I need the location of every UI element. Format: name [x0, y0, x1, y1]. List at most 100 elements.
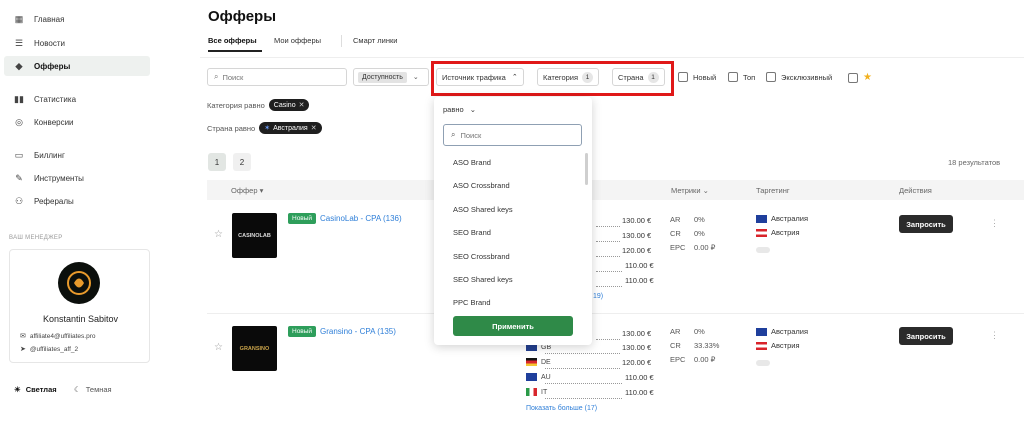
sidebar-item-home[interactable]: ▦ Главная	[4, 9, 150, 29]
sidebar-item-offers[interactable]: ◆ Офферы	[4, 56, 150, 76]
checkbox-top-label: Топ	[743, 72, 756, 82]
tab-my-offers[interactable]: Мои офферы	[274, 36, 321, 45]
sidebar-item-referrals[interactable]: ⚇ Рефералы	[4, 191, 150, 211]
sidebar-item-statistics[interactable]: ▮▮ Статистика	[4, 89, 150, 109]
payout-value: 130.00 €	[622, 343, 652, 352]
show-more-link[interactable]: 19)	[593, 293, 603, 300]
payout-value: 130.00 €	[622, 216, 652, 225]
dropdown-option[interactable]: PPC Brand	[453, 298, 491, 307]
traffic-source-filter[interactable]: Источник трафика ⌃	[436, 68, 524, 86]
favorite-star-icon[interactable]: ☆	[214, 342, 223, 353]
operator-select[interactable]: равно ⌄	[443, 105, 476, 114]
payout-value: 120.00 €	[622, 246, 652, 255]
offer-name-link[interactable]: CasinoLab - CPA (136)	[320, 214, 402, 223]
availability-select[interactable]: Доступность ⌄	[353, 68, 429, 86]
checkbox-favorite[interactable]: ★	[848, 72, 872, 83]
close-icon[interactable]: ✕	[311, 124, 317, 132]
show-more-link[interactable]: Показать больше (17)	[526, 405, 597, 412]
tab-smart-links[interactable]: Смарт линки	[353, 36, 397, 45]
offer-name-link[interactable]: Gransino - CPA (135)	[320, 327, 396, 336]
sidebar-item-news[interactable]: ☰ Новости	[4, 33, 150, 53]
au-flag-icon	[526, 373, 537, 381]
sidebar-item-billing[interactable]: ▭ Биллинг	[4, 145, 150, 165]
sidebar-item-label: Новости	[34, 38, 65, 48]
offer-search[interactable]: ⌕	[207, 68, 347, 86]
request-button[interactable]: Запросить	[899, 215, 953, 233]
page-1-button[interactable]: 1	[208, 153, 226, 171]
country-row-label: Страна равно	[207, 123, 256, 133]
header-offer[interactable]: Оффер ▾	[231, 186, 263, 195]
targeting-country-name: Австралия	[771, 327, 809, 336]
wrench-icon: ✎	[15, 172, 23, 183]
header-actions: Действия	[899, 186, 932, 195]
more-options-icon[interactable]: ⋮	[990, 330, 999, 341]
results-count: 18 результатов	[948, 158, 1001, 167]
dropdown-search[interactable]: ⌕	[443, 124, 582, 146]
sidebar-item-label: Инструменты	[34, 173, 84, 183]
page-2-button[interactable]: 2	[233, 153, 251, 171]
header-metrics[interactable]: Метрики ⌄	[671, 186, 709, 195]
sidebar-item-label: Рефералы	[34, 196, 74, 206]
theme-dark-toggle[interactable]: ☾ Темная	[74, 385, 112, 394]
country-filter-label: Страна	[618, 72, 644, 82]
dropdown-option[interactable]: ASO Crossbrand	[453, 181, 510, 190]
de-flag-icon	[526, 358, 537, 366]
checkbox-exclusive[interactable]: Эксклюзивный	[766, 72, 832, 82]
close-icon[interactable]: ✕	[299, 101, 305, 109]
category-pill[interactable]: Casino ✕	[268, 99, 310, 111]
targeting-country: Австралия	[756, 214, 808, 223]
sidebar-item-label: Биллинг	[34, 150, 65, 160]
metric-cr: 0%	[694, 229, 705, 238]
dropdown-option[interactable]: SEO Brand	[453, 228, 491, 237]
targeting-country: Австралия	[756, 327, 808, 336]
page-title: Офферы	[208, 8, 277, 25]
offer-tabs: Все офферы Мои офферы Смарт линки	[208, 35, 1024, 56]
tab-all-offers[interactable]: Все офферы	[208, 36, 257, 45]
geo-row: IT	[526, 388, 547, 396]
country-pill[interactable]: ✶ Австралия ✕	[259, 122, 322, 134]
more-targeting-indicator[interactable]	[756, 360, 770, 366]
checkbox-top[interactable]: Топ	[728, 72, 755, 82]
checkbox-new[interactable]: Новый	[678, 72, 716, 82]
theme-light-toggle[interactable]: ☀ Светлая	[14, 385, 57, 394]
category-row-label: Категория равно	[207, 100, 265, 110]
table-header: Оффер ▾ Метрики ⌄ Таргетинг Действия	[207, 180, 1024, 200]
search-input[interactable]	[222, 72, 333, 82]
request-button[interactable]: Запросить	[899, 327, 953, 345]
sidebar-item-label: Статистика	[34, 94, 77, 104]
offer-logo: GRANSINO	[232, 326, 277, 371]
australia-flag-icon	[756, 327, 767, 336]
favorite-star-icon[interactable]: ☆	[214, 229, 223, 240]
telegram-icon: ➤	[20, 346, 26, 353]
list-icon: ☰	[14, 37, 24, 48]
dropdown-option[interactable]: SEO Shared keys	[453, 275, 513, 284]
targeting-country: Австрия	[756, 341, 800, 350]
manager-telegram[interactable]: ➤ @uffiliates_aff_2	[20, 345, 78, 354]
star-icon: ★	[863, 72, 872, 83]
referral-icon: ⚇	[14, 195, 24, 206]
sidebar-item-tools[interactable]: ✎ Инструменты	[4, 168, 150, 188]
checkbox-exclusive-label: Эксклюзивный	[781, 72, 833, 82]
dropdown-option[interactable]: SEO Crossbrand	[453, 252, 510, 261]
apply-button[interactable]: Применить	[453, 316, 573, 336]
checkbox-box	[728, 72, 738, 82]
sidebar-item-label: Офферы	[34, 61, 71, 71]
dropdown-option[interactable]: ASO Shared keys	[453, 205, 513, 214]
payout-value: 120.00 €	[622, 358, 652, 367]
dropdown-search-input[interactable]	[460, 130, 561, 140]
manager-email[interactable]: ✉ affiliate4@uffiliates.pro	[20, 332, 96, 341]
more-options-icon[interactable]: ⋮	[990, 218, 999, 229]
metric-epc-label: EPC	[670, 355, 686, 364]
dropdown-scrollbar[interactable]	[585, 153, 588, 185]
payout-leader	[596, 286, 622, 287]
country-pill-text: Австралия	[273, 124, 308, 132]
sidebar: ▦ Главная ☰ Новости ◆ Офферы ▮▮ Статисти…	[0, 0, 160, 428]
country-filter[interactable]: Страна 1	[612, 68, 665, 86]
metric-ar-label: AR	[670, 215, 681, 224]
more-targeting-indicator[interactable]	[756, 247, 770, 253]
dropdown-option[interactable]: ASO Brand	[453, 158, 491, 167]
payout-leader	[545, 398, 622, 399]
category-filter[interactable]: Категория 1	[537, 68, 600, 86]
sidebar-item-conversions[interactable]: ◎ Конверсии	[4, 112, 150, 132]
mail-icon: ✉	[20, 333, 26, 340]
